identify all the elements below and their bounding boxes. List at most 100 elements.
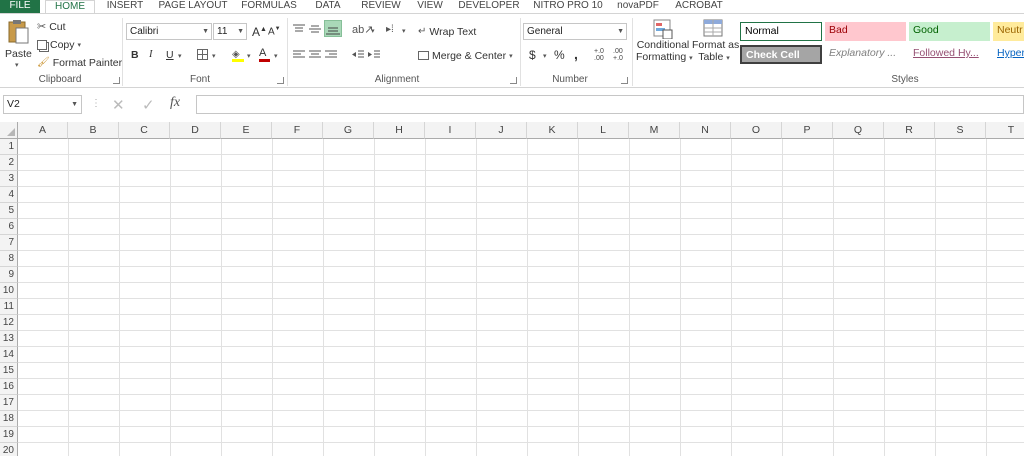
row-header-19[interactable]: 19 <box>0 427 18 443</box>
tab-view[interactable]: VIEW <box>410 0 450 14</box>
align-right-icon[interactable] <box>325 50 337 63</box>
column-header-q[interactable]: Q <box>833 122 884 139</box>
borders-dropdown-icon[interactable]: ▾ <box>212 52 216 60</box>
row-header-12[interactable]: 12 <box>0 315 18 331</box>
paste-button[interactable]: Paste ▾ <box>5 19 32 69</box>
conditional-formatting-button[interactable]: Conditional Formatting ▾ <box>636 19 693 75</box>
cut-button[interactable]: ✂ Cut <box>37 18 66 35</box>
currency-dropdown-icon[interactable]: ▾ <box>543 52 547 60</box>
tab-data[interactable]: DATA <box>306 0 350 14</box>
formula-input[interactable] <box>196 95 1024 114</box>
tab-review[interactable]: REVIEW <box>356 0 406 14</box>
column-header-o[interactable]: O <box>731 122 782 139</box>
cell-area[interactable] <box>18 139 1024 456</box>
grow-font-button[interactable]: A▲ <box>252 25 267 39</box>
row-header-5[interactable]: 5 <box>0 203 18 219</box>
align-left-icon[interactable] <box>293 50 305 63</box>
row-header-2[interactable]: 2 <box>0 155 18 171</box>
cell-style-bad[interactable]: Bad <box>825 22 906 41</box>
column-header-j[interactable]: J <box>476 122 527 139</box>
row-header-13[interactable]: 13 <box>0 331 18 347</box>
cancel-icon[interactable]: ✕ <box>112 96 125 114</box>
orientation-dropdown-icon[interactable]: ▾ <box>371 27 375 35</box>
font-color-dropdown-icon[interactable]: ▾ <box>274 52 278 60</box>
insert-function-button[interactable]: fx <box>170 95 180 111</box>
column-header-p[interactable]: P <box>782 122 833 139</box>
cell-style-good[interactable]: Good <box>909 22 990 41</box>
row-header-17[interactable]: 17 <box>0 395 18 411</box>
tab-acrobat[interactable]: ACROBAT <box>668 0 730 14</box>
column-header-h[interactable]: H <box>374 122 425 139</box>
column-header-d[interactable]: D <box>170 122 221 139</box>
bold-button[interactable]: B <box>131 49 139 61</box>
font-name-combo[interactable]: Calibri ▼ <box>126 23 212 40</box>
column-header-f[interactable]: F <box>272 122 323 139</box>
column-header-c[interactable]: C <box>119 122 170 139</box>
increase-decimal-button[interactable]: +.0 .00 <box>594 48 612 62</box>
decrease-indent-icon[interactable] <box>352 50 364 63</box>
column-header-i[interactable]: I <box>425 122 476 139</box>
row-header-14[interactable]: 14 <box>0 347 18 363</box>
paste-dropdown-icon[interactable]: ▾ <box>15 61 19 69</box>
italic-button[interactable]: I <box>149 49 153 60</box>
column-header-e[interactable]: E <box>221 122 272 139</box>
tab-home[interactable]: HOME <box>45 0 95 14</box>
cell-style-hyperlink[interactable]: Hyper <box>993 45 1024 64</box>
row-header-18[interactable]: 18 <box>0 411 18 427</box>
chevron-down-icon[interactable]: ▼ <box>71 96 78 113</box>
name-box[interactable]: V2 ▼ <box>3 95 82 114</box>
number-dialog-launcher-icon[interactable] <box>621 77 628 84</box>
column-header-l[interactable]: L <box>578 122 629 139</box>
cell-style-neutral[interactable]: Neutr <box>993 22 1024 41</box>
tab-insert[interactable]: INSERT <box>100 0 150 14</box>
underline-dropdown-icon[interactable]: ▾ <box>178 52 182 60</box>
bottom-align-icon[interactable] <box>324 20 342 37</box>
align-center-icon[interactable] <box>309 50 321 63</box>
copy-dropdown-icon[interactable]: ▾ <box>78 41 82 49</box>
decrease-decimal-button[interactable]: .00 +.0 <box>613 48 631 62</box>
row-header-1[interactable]: 1 <box>0 139 18 155</box>
text-direction-dropdown-icon[interactable]: ▾ <box>402 27 406 35</box>
column-header-b[interactable]: B <box>68 122 119 139</box>
top-align-icon[interactable] <box>293 24 305 37</box>
row-header-4[interactable]: 4 <box>0 187 18 203</box>
alignment-dialog-launcher-icon[interactable] <box>510 77 517 84</box>
row-header-3[interactable]: 3 <box>0 171 18 187</box>
select-all-button[interactable] <box>0 122 18 139</box>
percent-button[interactable]: % <box>554 48 565 62</box>
cell-style-followed-hyperlink[interactable]: Followed Hy... <box>909 45 990 64</box>
cell-style-explanatory[interactable]: Explanatory ... <box>825 45 906 64</box>
row-header-8[interactable]: 8 <box>0 251 18 267</box>
row-header-9[interactable]: 9 <box>0 267 18 283</box>
comma-button[interactable]: , <box>574 46 578 62</box>
text-direction-icon[interactable]: ▸⁞ <box>386 24 394 35</box>
row-header-7[interactable]: 7 <box>0 235 18 251</box>
column-header-m[interactable]: M <box>629 122 680 139</box>
row-header-10[interactable]: 10 <box>0 283 18 299</box>
enter-icon[interactable]: ✓ <box>142 96 155 114</box>
shrink-font-button[interactable]: A▼ <box>268 26 281 37</box>
underline-button[interactable]: U <box>166 49 174 61</box>
tab-developer[interactable]: DEVELOPER <box>456 0 522 14</box>
format-painter-button[interactable]: 🖌 Format Painter <box>37 54 122 71</box>
tab-novapdf[interactable]: novaPDF <box>614 0 662 14</box>
row-header-15[interactable]: 15 <box>0 363 18 379</box>
cell-style-check-cell[interactable]: Check Cell <box>740 45 822 64</box>
tab-page-layout[interactable]: PAGE LAYOUT <box>154 0 232 14</box>
increase-indent-icon[interactable] <box>368 50 380 63</box>
column-header-g[interactable]: G <box>323 122 374 139</box>
row-header-11[interactable]: 11 <box>0 299 18 315</box>
tab-formulas[interactable]: FORMULAS <box>238 0 300 14</box>
row-header-20[interactable]: 20 <box>0 443 18 456</box>
column-header-k[interactable]: K <box>527 122 578 139</box>
column-header-r[interactable]: R <box>884 122 935 139</box>
format-as-table-button[interactable]: Format as Table ▾ <box>692 19 739 75</box>
font-size-combo[interactable]: 11 ▼ <box>213 23 247 40</box>
merge-center-button[interactable]: Merge & Center ▾ <box>418 47 513 64</box>
copy-button[interactable]: Copy ▾ <box>37 36 81 53</box>
font-dialog-launcher-icon[interactable] <box>277 77 284 84</box>
column-header-a[interactable]: A <box>18 122 68 139</box>
fill-color-button[interactable]: ◈ <box>232 48 244 62</box>
cell-style-normal[interactable]: Normal <box>740 22 822 41</box>
wrap-text-button[interactable]: ↵ Wrap Text <box>418 23 476 40</box>
